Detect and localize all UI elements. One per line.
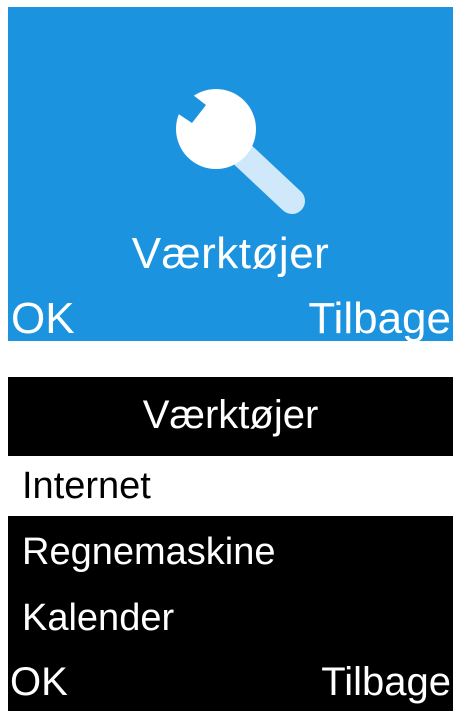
wrench-icon <box>168 85 305 214</box>
screen-title: Værktøjer <box>131 229 330 278</box>
back-softkey[interactable]: Tilbage <box>321 658 451 706</box>
menu-item-internet[interactable]: Internet <box>8 456 453 516</box>
tools-menu-screen: Værktøjer Internet Regnemaskine Kalender… <box>8 377 453 711</box>
back-softkey[interactable]: Tilbage <box>308 295 451 342</box>
ok-softkey[interactable]: OK <box>11 295 75 342</box>
menu-item-calculator[interactable]: Regnemaskine <box>8 522 453 582</box>
menu-title: Værktøjer <box>142 393 319 437</box>
tools-home-screen: Værktøjer OK Tilbage <box>8 7 453 341</box>
menu-item-calendar[interactable]: Kalender <box>8 588 453 648</box>
ok-softkey[interactable]: OK <box>10 658 68 706</box>
